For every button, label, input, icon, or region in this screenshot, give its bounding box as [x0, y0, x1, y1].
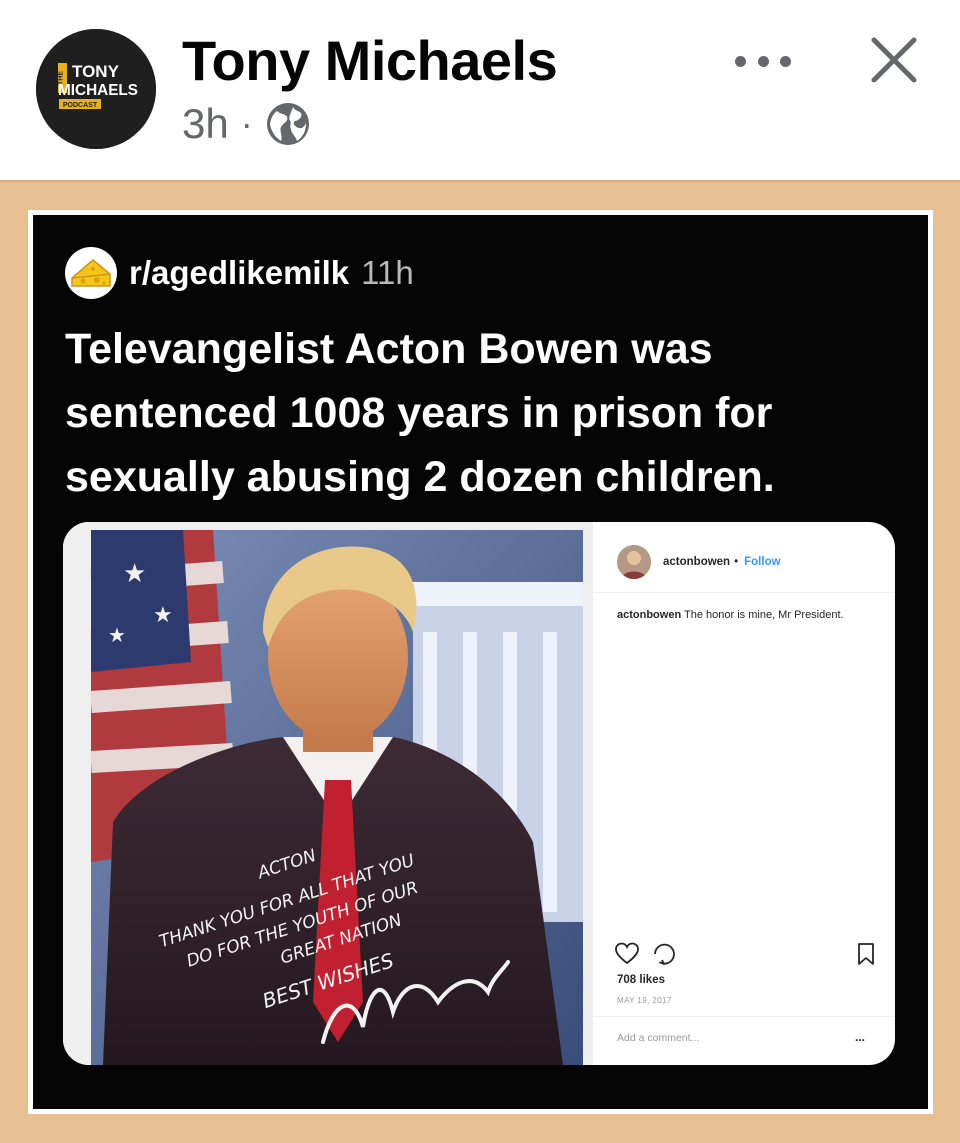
cheese-icon — [65, 247, 117, 299]
subreddit-time: 11h — [361, 254, 414, 291]
comment-icon[interactable] — [654, 943, 675, 965]
svg-text:★: ★ — [153, 603, 173, 628]
ig-caption-text: The honor is mine, Mr President. — [684, 609, 844, 621]
ig-comment-input[interactable] — [617, 1032, 857, 1044]
author-name[interactable]: Tony Michaels — [182, 28, 558, 93]
svg-text:★: ★ — [123, 559, 146, 589]
heart-icon[interactable] — [615, 942, 639, 965]
subreddit-row: r/agedlikemilk 11h — [65, 247, 414, 299]
close-icon[interactable] — [866, 32, 922, 88]
ig-follow-button[interactable]: Follow — [744, 556, 780, 568]
more-horizontal-icon[interactable] — [735, 46, 791, 76]
post-time[interactable]: 3h — [182, 100, 229, 148]
post-header: THE TONY MICHAELS PODCAST Tony Michaels … — [0, 0, 960, 180]
post-meta: 3h · — [182, 100, 311, 148]
author-avatar[interactable]: THE TONY MICHAELS PODCAST — [36, 29, 156, 149]
subreddit-name: r/agedlikemilk — [129, 254, 350, 291]
ig-separator: • — [734, 556, 739, 568]
post-media[interactable]: r/agedlikemilk 11h Televangelist Acton B… — [0, 180, 960, 1143]
ig-user-row: actonbowen • Follow — [617, 544, 781, 580]
podcast-logo: THE TONY MICHAELS PODCAST — [36, 29, 156, 149]
instagram-card: ★ ★ ★ ACTON THANK YOU FOR ALL THAT YOU D… — [63, 522, 895, 1065]
logo-line2: MICHAELS — [58, 82, 138, 99]
ig-caption-user[interactable]: actonbowen — [617, 609, 681, 621]
ig-divider-top — [593, 592, 895, 593]
ig-caption: actonbowen The honor is mine, Mr Preside… — [617, 608, 877, 623]
logo-badge: PODCAST — [63, 102, 98, 109]
reddit-screenshot: r/agedlikemilk 11h Televangelist Acton B… — [33, 215, 928, 1109]
ig-more-icon[interactable]: ... — [855, 1030, 865, 1044]
logo-line1: TONY — [72, 62, 120, 81]
ig-actions — [615, 942, 874, 965]
reddit-headline: Televangelist Acton Bowen was sentenced … — [65, 325, 775, 501]
screenshot-frame: r/agedlikemilk 11h Televangelist Acton B… — [28, 210, 933, 1114]
ig-date: MAY 19, 2017 — [617, 996, 672, 1005]
ig-divider — [593, 1016, 895, 1017]
meta-separator: · — [240, 103, 253, 144]
ig-avatar[interactable] — [617, 545, 651, 579]
ig-likes[interactable]: 708 likes — [617, 974, 665, 986]
globe-icon[interactable] — [265, 101, 311, 147]
ig-username[interactable]: actonbowen — [663, 556, 730, 568]
svg-text:★: ★ — [108, 623, 126, 647]
instagram-sidebar: actonbowen • Follow actonbowen The honor… — [593, 522, 895, 1065]
signed-portrait-photo: ★ ★ ★ ACTON THANK YOU FOR ALL THAT YOU D… — [63, 522, 593, 1065]
bookmark-icon[interactable] — [858, 943, 874, 965]
